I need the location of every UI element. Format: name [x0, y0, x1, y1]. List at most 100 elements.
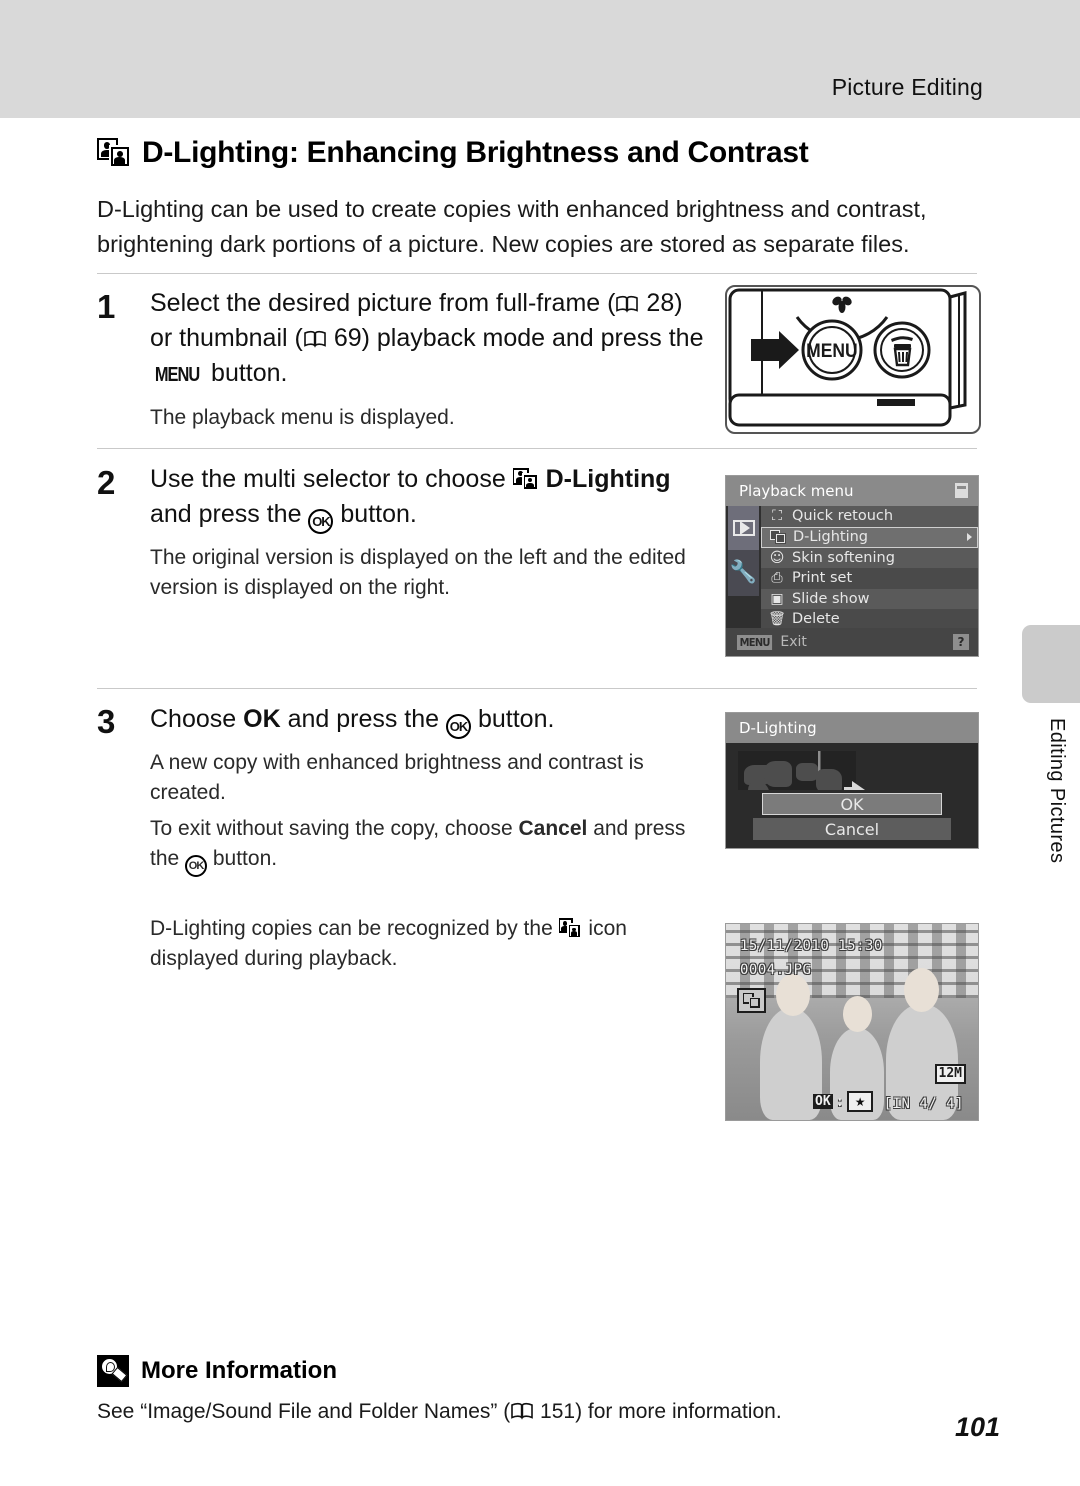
page-title: D-Lighting: Enhancing Brightness and Con… — [142, 136, 809, 169]
step-number-2: 2 — [97, 464, 116, 501]
step3-body-text-a: To exit without saving the copy, choose — [150, 817, 519, 840]
step2-text-b: and press the — [150, 500, 309, 528]
step-title-3: Choose OK and press the OK button. — [150, 702, 710, 739]
playback-menu-list: ⛶ Quick retouch D-Lighting ☺ Skin soften… — [761, 506, 978, 630]
playback-menu-title: Playback menu — [726, 476, 978, 506]
svg-text:MENU: MENU — [806, 339, 857, 361]
tab-setup[interactable]: 🔧 — [728, 550, 759, 596]
frame-counter: [IN 4/ 4] — [883, 1096, 964, 1112]
step3-bold-term: OK — [243, 705, 281, 733]
quick-retouch-icon: ⛶ — [772, 508, 782, 525]
step-body-1: The playback menu is displayed. — [150, 406, 455, 429]
star-icon: ★ — [847, 1091, 874, 1112]
dlighting-actions: OK Cancel — [726, 790, 978, 848]
menu-item-quick-retouch[interactable]: ⛶ Quick retouch — [761, 506, 978, 527]
wrench-icon: 🔧 — [729, 560, 758, 585]
menu-button-glyph: MENU — [154, 364, 200, 386]
running-head: Picture Editing — [831, 74, 983, 100]
menu-item-d-lighting[interactable]: D-Lighting — [761, 526, 978, 548]
playback-menu-title-text: Playback menu — [739, 482, 854, 500]
step-title-2: Use the multi selector to choose D-Light… — [150, 462, 710, 534]
ok-button-glyph: OK — [185, 855, 208, 877]
dlighting-screen-title: D-Lighting — [726, 713, 978, 743]
book-icon — [615, 295, 639, 313]
more-information-text: See “Image/Sound File and Folder Names” … — [97, 1400, 977, 1424]
d-lighting-icon — [512, 468, 539, 491]
help-icon[interactable]: ? — [953, 634, 969, 650]
step-number-1: 1 — [97, 288, 116, 325]
chevron-right-icon — [967, 533, 972, 541]
step3-text-c: button. — [471, 705, 555, 733]
image-size-badge: 12M — [934, 1064, 966, 1084]
step-title-1: Select the desired picture from full-fra… — [150, 286, 710, 393]
step3-body-text-c: button. — [207, 847, 278, 870]
lightbulb-icon — [97, 1355, 129, 1387]
more-information-heading: More Information — [97, 1355, 337, 1387]
step-body-2: The original version is displayed on the… — [150, 546, 686, 599]
book-icon — [303, 330, 327, 348]
menu-item-label: Skin softening — [792, 549, 895, 566]
dlighting-screen: D-Lighting OK Cancel — [725, 712, 979, 849]
step1-text-c: ) playback mode and press the — [361, 324, 704, 352]
menu-item-delete[interactable]: 🗑 Delete — [761, 609, 978, 630]
divider — [97, 448, 977, 449]
chapter-tab — [1022, 625, 1080, 703]
step1-ref-1: 28 — [646, 289, 675, 317]
page-header-band: Picture Editing — [0, 0, 1080, 118]
section-heading: D-Lighting: Enhancing Brightness and Con… — [97, 136, 957, 170]
note-paragraph: D-Lighting copies can be recognized by t… — [150, 914, 670, 974]
colon-separator: : — [835, 1093, 845, 1110]
menu-item-skin-softening[interactable]: ☺ Skin softening — [761, 547, 978, 568]
menu-item-slide-show[interactable]: ▣ Slide show — [761, 588, 978, 609]
more-info-ref: 151 — [540, 1400, 576, 1423]
step2-text-c: button. — [333, 500, 417, 528]
page-number: 101 — [954, 1412, 1000, 1442]
playback-menu-footer: MENU Exit ? — [726, 628, 978, 656]
skin-softening-icon: ☺ — [769, 549, 785, 566]
playback-menu-screen: Playback menu 🔧 ⛶ Quick retouch D-Lighti… — [725, 475, 979, 657]
playback-photo-screen: 15/11/2010 15:30 0004.JPG 12M OK : ★ [IN… — [725, 923, 979, 1121]
d-lighting-icon — [558, 918, 583, 939]
d-lighting-icon — [768, 530, 788, 544]
menu-item-label: D-Lighting — [793, 529, 869, 545]
playback-menu-tabs: 🔧 — [726, 506, 761, 628]
note-text-a: D-Lighting copies can be recognized by t… — [150, 917, 559, 940]
ok-star-indicator: OK : ★ — [813, 1091, 874, 1112]
battery-icon — [955, 483, 968, 498]
play-icon — [732, 520, 755, 536]
menu-item-label: Print set — [792, 570, 853, 587]
step3-text-b: and press the — [280, 705, 447, 733]
step-body-3b: To exit without saving the copy, choose … — [150, 814, 710, 877]
step2-text-a: Use the multi selector to choose — [150, 465, 513, 493]
step-body-3a: A new copy with enhanced brightness and … — [150, 751, 644, 804]
menu-item-print-set[interactable]: ⎙ Print set — [761, 568, 978, 589]
slide-show-icon: ▣ — [770, 590, 784, 607]
ok-button[interactable]: OK — [762, 793, 942, 815]
step-number-3: 3 — [97, 703, 116, 740]
playback-menu-body: 🔧 ⛶ Quick retouch D-Lighting ☺ Skin soft… — [726, 506, 978, 630]
d-lighting-icon — [97, 138, 131, 168]
cancel-button[interactable]: Cancel — [753, 818, 951, 840]
photo-datetime: 15/11/2010 15:30 — [740, 938, 883, 954]
more-info-text-a: See “Image/Sound File and Folder Names” … — [97, 1400, 511, 1423]
step1-ref-2: 69 — [333, 324, 362, 352]
person-right-head — [904, 968, 939, 1012]
divider — [97, 688, 977, 689]
step1-text-a: Select the desired picture from full-fra… — [150, 289, 616, 317]
divider — [97, 273, 977, 274]
camera-illustration: MENU — [725, 285, 981, 434]
dlighting-title-text: D-Lighting — [739, 719, 817, 737]
step3-text-a: Choose — [150, 705, 244, 733]
delete-icon: 🗑 — [768, 611, 786, 628]
d-lighting-badge-icon — [737, 988, 766, 1013]
person-left-head — [776, 974, 810, 1016]
tab-playback[interactable] — [728, 506, 759, 550]
ok-button-glyph: OK — [446, 714, 472, 739]
section-intro: D-Lighting can be used to create copies … — [97, 196, 927, 257]
photo-filename: 0004.JPG — [740, 962, 812, 978]
step1-text-d: button. — [204, 359, 288, 387]
more-information-title: More Information — [141, 1357, 337, 1384]
person-center-head — [843, 996, 872, 1032]
ok-glyph: OK — [813, 1094, 833, 1109]
menu-button-glyph: MENU — [736, 634, 773, 650]
